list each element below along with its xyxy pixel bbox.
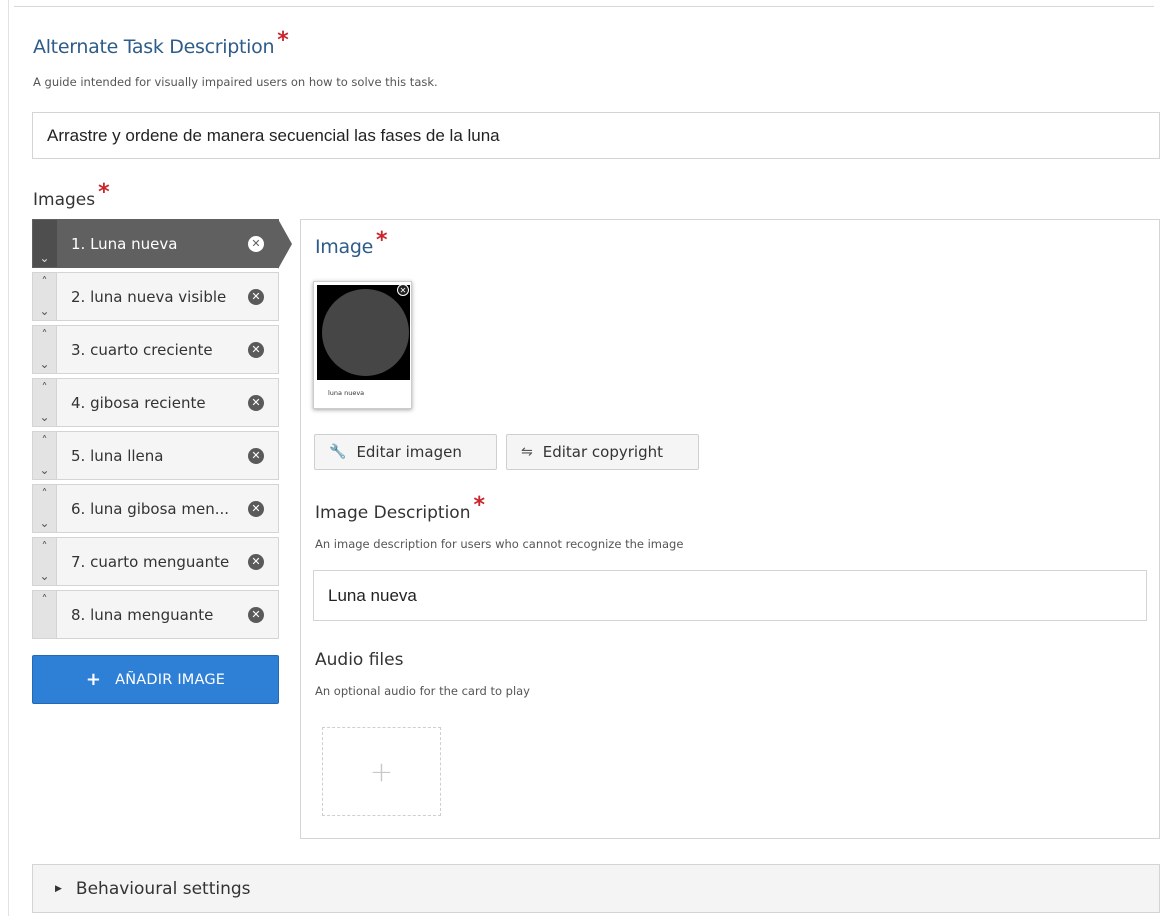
remove-icon[interactable]: ✕ <box>248 288 264 305</box>
chevron-down-icon[interactable]: ⌄ <box>39 517 49 529</box>
edit-image-button[interactable]: 🔧 Editar imagen <box>314 434 497 470</box>
required-mark: * <box>376 228 388 253</box>
top-divider <box>14 6 1154 7</box>
edit-copyright-button[interactable]: ⇋ Editar copyright <box>506 434 699 470</box>
audio-files-title: Audio files <box>315 650 404 670</box>
image-field-title-text: Image <box>315 236 374 258</box>
image-list-item-label: 7. cuarto menguante <box>71 552 230 571</box>
reorder-handle[interactable]: ˄ <box>33 591 57 638</box>
edit-image-button-label: Editar imagen <box>356 443 462 461</box>
image-list-item-label: 5. luna llena <box>71 446 164 465</box>
image-list-item-1[interactable]: ⌄ 1. Luna nueva ✕ <box>32 219 292 269</box>
chevron-down-icon[interactable]: ⌄ <box>39 358 49 370</box>
image-list-item-label: 2. luna nueva visible <box>71 287 227 306</box>
remove-icon[interactable]: ✕ <box>248 553 264 570</box>
image-list-item-4[interactable]: ˄ ⌄ 4. gibosa reciente ✕ <box>32 378 279 427</box>
image-list-item-label: 3. cuarto creciente <box>71 340 213 359</box>
image-list-item-label: 8. luna menguante <box>71 605 214 624</box>
images-label-text: Images <box>33 190 96 210</box>
audio-files-help: An optional audio for the card to play <box>315 684 530 698</box>
chevron-up-icon[interactable]: ˄ <box>42 541 48 553</box>
alt-task-input[interactable]: Arrastre y ordene de manera secuencial l… <box>32 112 1160 159</box>
chevron-up-icon[interactable]: ˄ <box>42 382 48 394</box>
image-list-item-5[interactable]: ˄ ⌄ 5. luna llena ✕ <box>32 431 279 480</box>
remove-image-icon[interactable]: ✕ <box>397 284 409 296</box>
image-list-item-8[interactable]: ˄ 8. luna menguante ✕ <box>32 590 279 639</box>
alt-task-help: A guide intended for visually impaired u… <box>33 75 438 89</box>
reorder-handle[interactable]: ˄ ⌄ <box>33 273 57 320</box>
image-list: ⌄ 1. Luna nueva ✕ ˄ ⌄ 2. luna nueva visib… <box>32 219 292 643</box>
chevron-down-icon[interactable]: ⌄ <box>39 305 49 317</box>
moon-image <box>322 289 409 376</box>
reorder-handle[interactable]: ˄ ⌄ <box>33 379 57 426</box>
image-list-item-label: 6. luna gibosa men... <box>71 499 230 518</box>
image-list-item-3[interactable]: ˄ ⌄ 3. cuarto creciente ✕ <box>32 325 279 374</box>
reorder-handle[interactable]: ˄ ⌄ <box>33 485 57 532</box>
image-description-title-text: Image Description <box>315 503 471 523</box>
image-thumbnail[interactable]: ✕ luna nueva <box>313 281 412 409</box>
reorder-handle[interactable]: ˄ ⌄ <box>33 538 57 585</box>
remove-icon[interactable]: ✕ <box>248 341 264 358</box>
required-mark: * <box>277 28 289 53</box>
edit-copyright-button-label: Editar copyright <box>542 443 663 461</box>
behavioural-settings-label: Behavioural settings <box>75 878 251 899</box>
reorder-handle[interactable]: ˄ ⌄ <box>33 432 57 479</box>
images-label: Images * <box>33 180 110 211</box>
remove-icon[interactable]: ✕ <box>248 606 264 623</box>
image-list-item-6[interactable]: ˄ ⌄ 6. luna gibosa men... ✕ <box>32 484 279 533</box>
add-audio-button[interactable]: + <box>322 727 441 816</box>
image-description-title: Image Description * <box>315 493 485 524</box>
chevron-down-icon[interactable]: ⌄ <box>39 411 49 423</box>
image-description-input[interactable]: Luna nueva <box>313 570 1147 621</box>
chevron-down-icon[interactable]: ⌄ <box>39 252 49 264</box>
chevron-down-icon[interactable]: ⌄ <box>39 570 49 582</box>
chevron-up-icon[interactable]: ˄ <box>42 488 48 500</box>
alt-task-title-text: Alternate Task Description <box>33 36 275 58</box>
chevron-down-icon[interactable]: ⌄ <box>39 464 49 476</box>
thumbnail-caption: luna nueva <box>328 389 365 397</box>
wrench-icon: 🔧 <box>329 444 347 460</box>
remove-icon[interactable]: ✕ <box>248 235 264 252</box>
caret-right-icon: ▶ <box>55 883 62 894</box>
handshake-icon: ⇋ <box>521 444 533 460</box>
image-list-item-7[interactable]: ˄ ⌄ 7. cuarto menguante ✕ <box>32 537 279 586</box>
image-field-title: Image * <box>315 228 388 259</box>
remove-icon[interactable]: ✕ <box>248 500 264 517</box>
image-list-item-label: 4. gibosa reciente <box>71 393 206 412</box>
required-mark: * <box>473 493 485 518</box>
thumbnail-background <box>317 285 410 380</box>
required-mark: * <box>98 180 110 205</box>
plus-icon: + <box>369 755 394 788</box>
alt-task-title: Alternate Task Description * <box>33 28 289 59</box>
image-list-item-label: 1. Luna nueva <box>71 234 178 253</box>
image-list-item-2[interactable]: ˄ ⌄ 2. luna nueva visible ✕ <box>32 272 279 321</box>
add-image-button-label: AÑADIR IMAGE <box>115 671 226 688</box>
reorder-handle[interactable]: ˄ ⌄ <box>33 326 57 373</box>
chevron-up-icon[interactable]: ˄ <box>42 276 48 288</box>
reorder-handle[interactable]: ⌄ <box>33 220 57 267</box>
chevron-up-icon[interactable]: ˄ <box>42 594 48 606</box>
remove-icon[interactable]: ✕ <box>248 394 264 411</box>
remove-icon[interactable]: ✕ <box>248 447 264 464</box>
plus-icon: + <box>85 669 102 690</box>
behavioural-settings-toggle[interactable]: ▶ Behavioural settings <box>32 864 1160 913</box>
add-image-button[interactable]: + AÑADIR IMAGE <box>32 655 279 704</box>
image-description-help: An image description for users who canno… <box>315 537 684 551</box>
chevron-up-icon[interactable]: ˄ <box>42 435 48 447</box>
chevron-up-icon[interactable]: ˄ <box>42 329 48 341</box>
